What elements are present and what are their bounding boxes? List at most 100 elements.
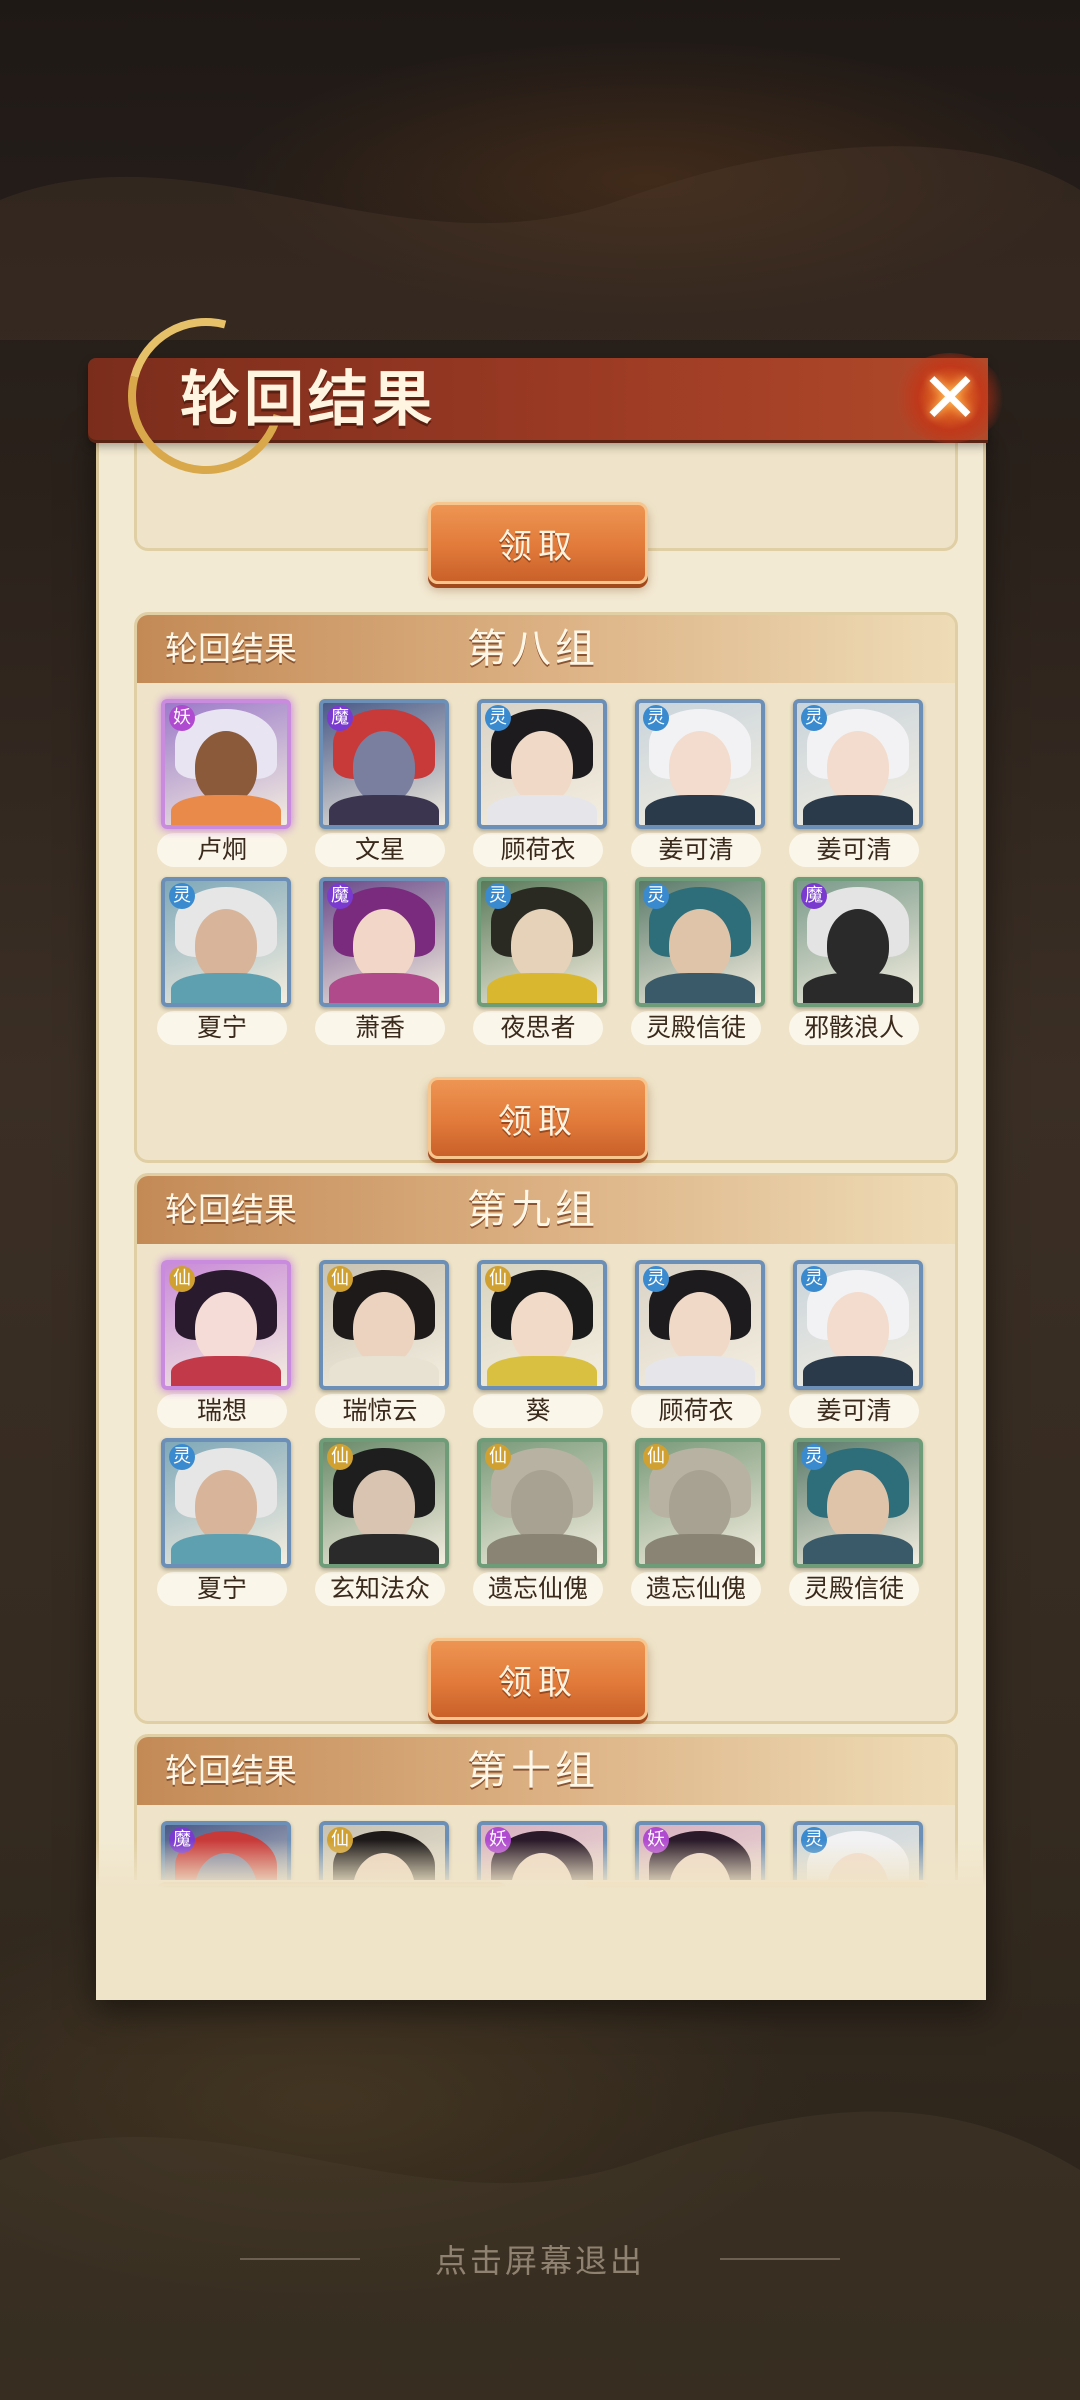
hero-card[interactable]: 魔: [157, 1821, 291, 1880]
hero-name: 夏宁: [157, 1011, 287, 1045]
hero-portrait: 妖: [161, 699, 291, 829]
hero-card[interactable]: 灵顾荷衣: [473, 699, 607, 867]
faction-badge: 灵: [485, 705, 511, 731]
hero-card[interactable]: 灵灵殿信徒: [631, 877, 765, 1045]
portrait-body: [171, 973, 281, 1003]
close-icon: ✕: [920, 357, 980, 439]
group-label: 轮回结果: [165, 629, 297, 668]
portrait-body: [645, 1534, 755, 1564]
hero-card[interactable]: 仙瑞想: [157, 1260, 291, 1428]
hero-card[interactable]: 仙葵: [473, 1260, 607, 1428]
hero-card[interactable]: 灵: [789, 1821, 923, 1880]
faction-badge: 仙: [643, 1444, 669, 1470]
hero-portrait: 灵: [477, 699, 607, 829]
hero-portrait: 魔: [319, 877, 449, 1007]
portrait-face: [195, 909, 257, 981]
portrait-body: [487, 795, 597, 825]
hero-card[interactable]: 仙瑞惊云: [315, 1260, 449, 1428]
portrait-body: [803, 1534, 913, 1564]
hero-name: 顾荷衣: [473, 833, 603, 867]
hero-card[interactable]: 魔邪骸浪人: [789, 877, 923, 1045]
portrait-face: [353, 1292, 415, 1364]
hero-card[interactable]: 灵姜可清: [789, 1260, 923, 1428]
hero-portrait: 仙: [477, 1438, 607, 1568]
claim-button[interactable]: 领取: [428, 1638, 648, 1720]
hero-portrait: 妖: [477, 1821, 607, 1880]
hero-card[interactable]: 灵姜可清: [631, 699, 765, 867]
faction-badge: 灵: [801, 1827, 827, 1853]
hero-card[interactable]: 妖: [473, 1821, 607, 1880]
hero-name: 瑞想: [157, 1394, 287, 1428]
portrait-body: [803, 1356, 913, 1386]
hero-portrait: 仙: [319, 1260, 449, 1390]
hero-card[interactable]: 灵姜可清: [789, 699, 923, 867]
portrait-body: [171, 795, 281, 825]
claim-button[interactable]: 领取: [428, 1077, 648, 1159]
result-panel: 领取 轮回结果 第八组妖卢炯魔文星灵顾荷衣灵姜可清灵姜可清灵夏宁魔萧香灵夜思者灵灵…: [96, 430, 986, 2000]
group-header: 轮回结果 第九组: [137, 1176, 955, 1244]
portrait-body: [487, 1534, 597, 1564]
download-image-button[interactable]: 下载图片: [580, 1882, 932, 1974]
group-number: 第八组: [467, 626, 599, 672]
faction-badge: 仙: [169, 1266, 195, 1292]
faction-badge: 灵: [801, 1266, 827, 1292]
close-button[interactable]: ✕: [895, 350, 1005, 446]
hero-portrait: 灵: [793, 1821, 923, 1880]
hero-card[interactable]: 灵顾荷衣: [631, 1260, 765, 1428]
portrait-body: [329, 973, 439, 1003]
portrait-face: [353, 909, 415, 981]
hero-portrait: 魔: [793, 877, 923, 1007]
portrait-face: [511, 731, 573, 803]
choose-later-button[interactable]: 稍后再选: [156, 1882, 508, 1974]
faction-badge: 灵: [801, 1444, 827, 1470]
hero-card[interactable]: 灵夜思者: [473, 877, 607, 1045]
portrait-body: [329, 1356, 439, 1386]
hero-name: 夏宁: [157, 1572, 287, 1606]
hero-card[interactable]: 仙: [315, 1821, 449, 1880]
hero-card[interactable]: 仙玄知法众: [315, 1438, 449, 1606]
portrait-face: [511, 1470, 573, 1542]
portrait-body: [645, 1356, 755, 1386]
hero-card[interactable]: 灵夏宁: [157, 1438, 291, 1606]
hero-portrait: 仙: [319, 1821, 449, 1880]
panel-title: 轮回结果: [180, 365, 436, 435]
group-number: 第十组: [467, 1748, 599, 1794]
hero-portrait: 灵: [477, 877, 607, 1007]
portrait-face: [353, 731, 415, 803]
group-header: 轮回结果 第十组: [137, 1737, 955, 1805]
faction-badge: 仙: [485, 1444, 511, 1470]
hero-card[interactable]: 妖卢炯: [157, 699, 291, 867]
hero-card[interactable]: 灵灵殿信徒: [789, 1438, 923, 1606]
faction-badge: 灵: [643, 705, 669, 731]
hero-name: 葵: [473, 1394, 603, 1428]
hero-card[interactable]: 妖: [631, 1821, 765, 1880]
portrait-face: [353, 1470, 415, 1542]
hero-card[interactable]: 仙遗忘仙傀: [473, 1438, 607, 1606]
faction-badge: 妖: [169, 705, 195, 731]
portrait-face: [669, 909, 731, 981]
hero-card[interactable]: 魔萧香: [315, 877, 449, 1045]
hero-portrait: 灵: [161, 877, 291, 1007]
faction-badge: 魔: [801, 883, 827, 909]
faction-badge: 妖: [643, 1827, 669, 1853]
hero-card[interactable]: 魔文星: [315, 699, 449, 867]
faction-badge: 仙: [327, 1266, 353, 1292]
hero-card[interactable]: 仙遗忘仙傀: [631, 1438, 765, 1606]
hero-name: 顾荷衣: [631, 1394, 761, 1428]
hero-portrait: 灵: [161, 1438, 291, 1568]
hero-name: 姜可清: [789, 1394, 919, 1428]
portrait-body: [645, 973, 755, 1003]
hero-name: 卢炯: [157, 833, 287, 867]
hero-name: 灵殿信徒: [631, 1011, 761, 1045]
hero-name: 姜可清: [631, 833, 761, 867]
hero-portrait: 仙: [319, 1438, 449, 1568]
faction-badge: 灵: [485, 883, 511, 909]
hero-portrait: 灵: [793, 699, 923, 829]
portrait-face: [511, 1292, 573, 1364]
tap-to-exit-hint[interactable]: 点击屏幕退出: [0, 2236, 1080, 2282]
hero-card[interactable]: 灵夏宁: [157, 877, 291, 1045]
group-list[interactable]: 领取 轮回结果 第八组妖卢炯魔文星灵顾荷衣灵姜可清灵姜可清灵夏宁魔萧香灵夜思者灵灵…: [96, 430, 986, 1880]
claim-button[interactable]: 领取: [428, 502, 648, 584]
portrait-body: [329, 1534, 439, 1564]
group-number: 第九组: [467, 1187, 599, 1233]
